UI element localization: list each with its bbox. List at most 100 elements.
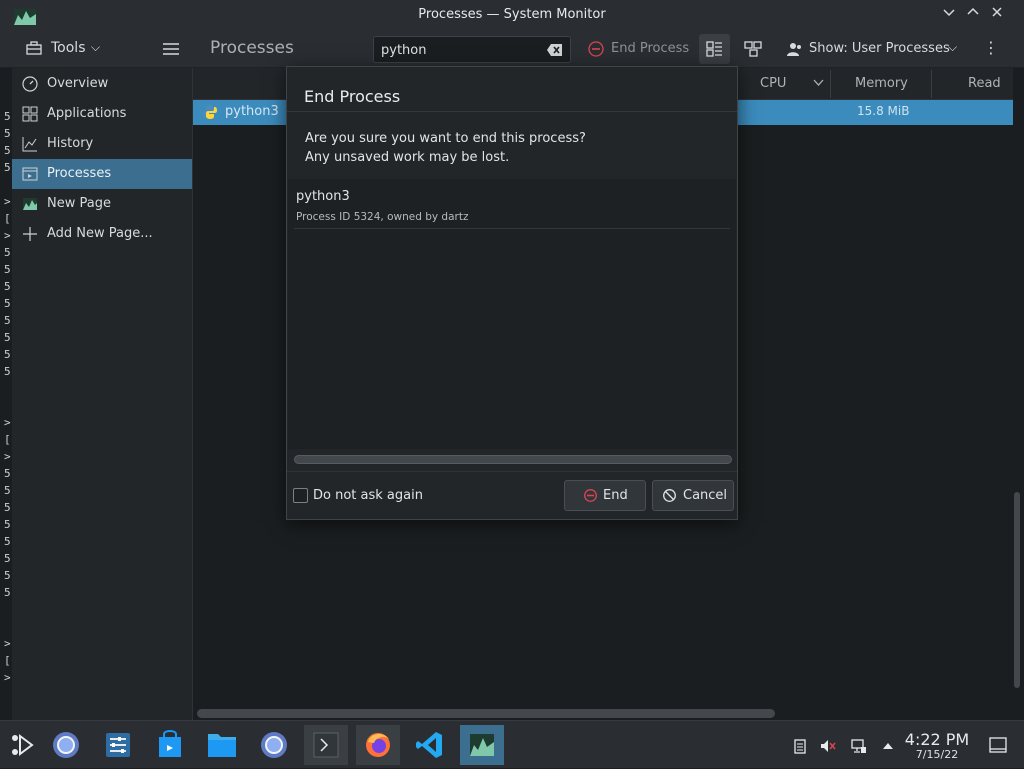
volume-muted-icon[interactable] [820,738,836,754]
taskbar-firefox[interactable] [356,725,400,765]
sidebar-item-history[interactable]: History [12,129,192,159]
sidebar-item-label: New Page [47,196,111,211]
search-input[interactable] [379,41,539,59]
show-filter-label: Show: User Processes [809,41,950,56]
tools-menu-button[interactable]: Tools ⌵ [18,36,110,62]
grid-icon [22,106,38,122]
column-divider [931,70,932,98]
taskbar: 4:22 PM 7/15/22 [0,720,1024,768]
column-header-memory[interactable]: Memory [855,76,908,91]
maximize-button[interactable] [964,6,982,24]
chevron-down-icon: ⌵ [91,40,101,54]
sidebar-item-add-new-page[interactable]: Add New Page... [12,219,192,249]
dialog-title: End Process [304,87,401,106]
sidebar-item-label: Overview [47,76,109,91]
end-button[interactable]: End [564,480,646,511]
users-icon [787,43,801,56]
taskbar-mixer[interactable] [96,725,140,765]
folder-icon [208,734,236,757]
terminal-char: 5 [4,161,11,174]
do-not-ask-checkbox[interactable] [293,488,308,503]
terminal-char: [ [4,433,11,446]
taskbar-discover[interactable] [148,725,192,765]
more-options-icon[interactable]: ⋮ [982,36,1000,62]
column-header-read[interactable]: Read [968,76,1001,91]
title-bar: Processes — System Monitor [0,0,1024,30]
dialog-message-line1: Are you sure you want to end this proces… [305,131,586,146]
horizontal-scrollbar[interactable] [197,709,775,718]
clear-search-icon[interactable] [546,42,564,58]
browser-icon [261,732,287,758]
processes-icon [22,167,38,181]
clock-time[interactable]: 4:22 PM [898,730,976,749]
process-name: python3 [296,189,350,204]
browser-icon [53,732,79,758]
dialog-horizontal-scrollbar[interactable] [294,455,732,464]
store-bag-icon [159,730,181,757]
chart-icon [22,137,37,152]
sidebar-item-applications[interactable]: Applications [12,99,192,129]
sidebar-item-processes[interactable]: Processes [12,159,192,189]
terminal-char: > [4,416,11,429]
terminal-char: 5 [4,569,11,582]
page-title: Processes [210,38,294,58]
close-window-button[interactable] [988,6,1006,24]
terminal-char: > [4,229,11,242]
gauge-icon [22,76,38,92]
search-box[interactable] [373,36,571,63]
terminal-char: > [4,450,11,463]
sidebar-item-label: Processes [47,166,112,181]
page-icon [23,198,37,210]
process-memory-cell: 15.8 MiB [857,104,910,118]
list-view-icon [706,41,722,57]
process-name-cell: python3 [225,104,279,119]
taskbar-konsole[interactable] [304,725,348,765]
network-wired-icon[interactable] [851,738,867,754]
show-desktop-icon[interactable] [989,737,1007,753]
taskbar-vscode[interactable] [408,725,452,765]
close-icon [992,7,1002,17]
column-divider [830,70,831,98]
taskbar-files[interactable] [200,725,244,765]
taskbar-chromium-1[interactable] [44,725,88,765]
tray-expand-icon[interactable] [880,738,896,754]
minimize-button[interactable] [940,6,958,24]
clipboard-icon[interactable] [792,738,808,754]
firefox-icon [366,733,390,757]
do-not-ask-label[interactable]: Do not ask again [313,488,423,503]
end-process-toolbar-button[interactable]: End Process [584,36,692,62]
clock-date[interactable]: 7/15/22 [898,748,976,761]
terminal-char: 5 [4,331,11,344]
sidebar-item-label: Applications [47,106,127,121]
sidebar-item-new-page[interactable]: New Page [12,189,192,219]
taskbar-chromium-2[interactable] [252,725,296,765]
hamburger-menu-icon[interactable] [160,38,182,60]
toolbox-icon [26,41,42,55]
column-header-cpu[interactable]: CPU [760,76,786,91]
terminal-char: 5 [4,314,11,327]
terminal-char: 5 [4,263,11,276]
cancel-button-label: Cancel [683,488,728,503]
terminal-char: 5 [4,297,11,310]
vscode-icon [416,732,442,758]
detailed-view-button[interactable] [699,34,730,64]
show-filter-dropdown[interactable]: Show: User Processes ⌵ [782,36,967,62]
tiles-view-icon [744,41,762,57]
sidebar: Overview Applications History Processes … [12,68,193,720]
terminal-char: 5 [4,586,11,599]
end-button-label: End [603,488,628,503]
terminal-char: 5 [4,110,11,123]
system-monitor-icon [470,734,494,756]
terminal-char: 5 [4,348,11,361]
divider [287,471,737,472]
sidebar-item-label: Add New Page... [47,226,153,241]
end-process-label: End Process [611,41,690,56]
taskbar-system-monitor[interactable] [460,725,504,765]
cancel-button[interactable]: Cancel [652,480,734,511]
terminal-char: [ [4,654,11,667]
compact-view-button[interactable] [737,34,768,64]
sidebar-item-overview[interactable]: Overview [12,69,192,99]
sidebar-item-label: History [47,136,94,151]
vertical-scrollbar[interactable] [1014,492,1020,688]
app-launcher-icon[interactable] [10,733,34,757]
